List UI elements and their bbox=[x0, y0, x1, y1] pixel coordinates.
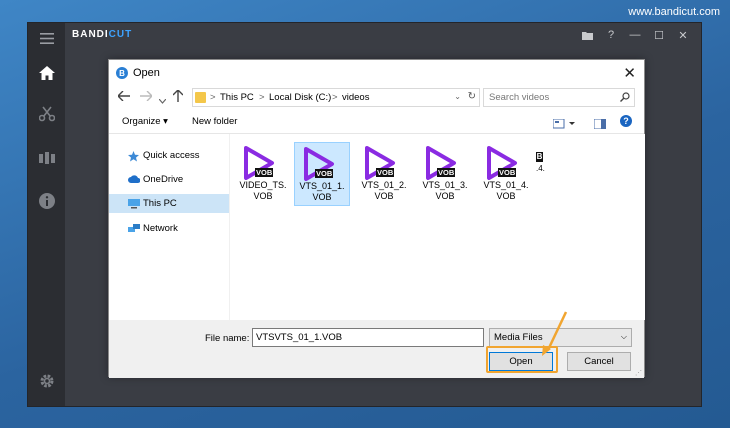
pointer-arrow-annotation bbox=[542, 311, 568, 356]
